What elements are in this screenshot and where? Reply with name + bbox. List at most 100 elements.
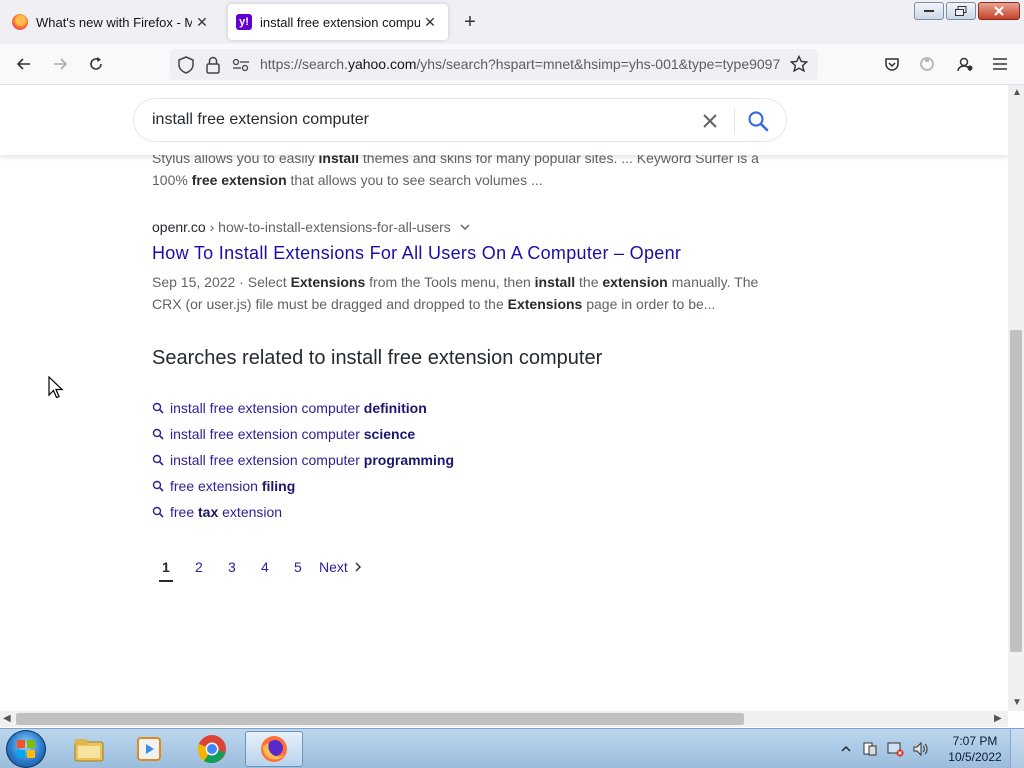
related-search-text: install free extension computer programm… (170, 452, 454, 468)
page-5-link[interactable]: 5 (284, 559, 317, 575)
chevron-right-icon (355, 562, 361, 572)
search-icon (152, 506, 164, 518)
start-button[interactable] (6, 730, 46, 768)
result-date: Sep 15, 2022 · (152, 274, 248, 290)
scroll-left-icon[interactable]: ◀ (3, 713, 11, 724)
account-button[interactable] (951, 50, 979, 78)
volume-icon[interactable] (912, 741, 930, 757)
tracking-shield-icon[interactable] (178, 56, 194, 74)
related-search-text: install free extension computer definiti… (170, 400, 427, 416)
related-search-link[interactable]: free extension filing (152, 473, 454, 499)
vertical-scroll-thumb[interactable] (1010, 330, 1022, 652)
result-breadcrumb[interactable]: openr.co › how-to-install-extensions-for… (152, 219, 471, 235)
horizontal-scroll-thumb[interactable] (16, 713, 744, 725)
reload-button[interactable] (82, 50, 110, 78)
result-snippet: Sep 15, 2022 · Select Extensions from th… (152, 271, 772, 315)
mouse-pointer-icon (48, 376, 64, 399)
related-search-text: free tax extension (170, 504, 282, 520)
page-2-link[interactable]: 2 (185, 559, 218, 575)
menu-button[interactable] (986, 50, 1014, 78)
horizontal-scrollbar[interactable]: ◀ ▶ (0, 711, 1008, 727)
related-search-link[interactable]: free tax extension (152, 499, 454, 525)
related-search-base: free extension (170, 478, 262, 494)
show-hidden-icons-icon[interactable] (840, 744, 852, 754)
related-search-base: install free extension computer (170, 452, 364, 468)
related-search-bold: science (363, 426, 416, 442)
tab-yahoo-search[interactable]: y! install free extension computer ✕ (228, 4, 448, 40)
related-search-text: free extension filing (170, 478, 295, 494)
clock-date: 10/5/2022 (948, 750, 1002, 764)
taskbar-firefox[interactable] (245, 731, 303, 767)
pocket-button[interactable] (878, 50, 906, 78)
firefox-icon (261, 736, 287, 762)
extension-button[interactable] (913, 50, 941, 78)
forward-button[interactable] (46, 50, 74, 78)
next-label: Next (319, 559, 348, 575)
yahoo-icon: y! (236, 14, 252, 30)
search-icon[interactable] (746, 109, 770, 133)
search-divider (734, 109, 735, 133)
reload-icon (90, 57, 102, 70)
file-explorer-icon (74, 739, 104, 762)
pocket-icon (885, 58, 899, 71)
close-window-button[interactable] (978, 2, 1020, 20)
next-page-link[interactable]: Next (319, 559, 362, 575)
extension-puzzle-icon (920, 57, 934, 71)
clock[interactable]: 7:07 PM 10/5/2022 (940, 733, 1010, 765)
network-icon[interactable] (886, 741, 904, 757)
related-search-bold: tax (198, 504, 219, 520)
scroll-up-icon[interactable]: ▲ (1012, 87, 1022, 98)
clock-time: 7:07 PM (952, 734, 998, 748)
search-icon (152, 402, 164, 414)
hamburger-menu-icon (993, 58, 1007, 70)
lock-icon[interactable] (206, 56, 220, 74)
navigation-toolbar: https://search.yahoo.com/yhs/search?hspa… (0, 44, 1024, 85)
related-search-link[interactable]: install free extension computer science (152, 421, 454, 447)
bookmark-star-icon[interactable] (790, 55, 808, 73)
taskbar-chrome[interactable] (183, 731, 241, 767)
related-search-suffix: extension (218, 504, 283, 520)
windows-logo-icon (17, 740, 35, 758)
page-4-link[interactable]: 4 (251, 559, 284, 575)
close-tab-icon[interactable]: ✕ (192, 12, 212, 32)
forward-arrow-icon (54, 58, 68, 70)
minimize-button[interactable] (914, 2, 944, 20)
scroll-down-icon[interactable]: ▼ (1012, 697, 1022, 708)
related-search-bold: definition (363, 400, 427, 416)
permissions-icon[interactable] (232, 58, 250, 72)
restore-button[interactable] (946, 2, 976, 20)
action-center-flag-icon[interactable] (862, 741, 878, 757)
url-text[interactable]: https://search.yahoo.com/yhs/search?hspa… (260, 56, 782, 74)
related-search-bold: programming (363, 452, 454, 468)
taskbar: 7:07 PM 10/5/2022 (0, 728, 1024, 768)
related-search-link[interactable]: install free extension computer definiti… (152, 395, 454, 421)
page-1-link[interactable]: 1 (152, 559, 185, 582)
taskbar-media-player[interactable] (120, 731, 178, 767)
back-button[interactable] (10, 50, 38, 78)
show-desktop-button[interactable] (1010, 729, 1024, 768)
related-search-base: install free extension computer (170, 426, 364, 442)
system-tray: 7:07 PM 10/5/2022 (840, 729, 1024, 768)
chevron-down-icon[interactable] (459, 222, 471, 232)
close-tab-icon[interactable]: ✕ (420, 12, 440, 32)
taskbar-file-explorer[interactable] (60, 731, 118, 767)
tab-whats-new-firefox[interactable]: What's new with Firefox - More ✕ (4, 4, 220, 40)
related-search-base: install free extension computer (170, 400, 364, 416)
related-searches-list: install free extension computer definiti… (152, 395, 454, 525)
tab-title: What's new with Firefox - More (36, 14, 192, 30)
media-player-icon (137, 737, 161, 761)
address-bar[interactable]: https://search.yahoo.com/yhs/search?hspa… (170, 49, 818, 80)
result-title-link[interactable]: How To Install Extensions For All Users … (152, 243, 681, 264)
page-3-link[interactable]: 3 (218, 559, 251, 575)
clear-search-icon[interactable] (698, 109, 722, 133)
tab-title: install free extension computer (260, 14, 420, 30)
new-tab-button[interactable]: + (458, 10, 482, 34)
account-icon (957, 57, 973, 72)
chrome-icon (197, 735, 226, 764)
related-search-link[interactable]: install free extension computer programm… (152, 447, 454, 473)
related-search-text: install free extension computer science (170, 426, 415, 442)
scroll-right-icon[interactable]: ▶ (994, 713, 1002, 724)
related-search-bold: filing (261, 478, 296, 494)
vertical-scrollbar[interactable]: ▲ ▼ (1008, 85, 1024, 711)
search-input[interactable]: install free extension computer (152, 111, 369, 129)
